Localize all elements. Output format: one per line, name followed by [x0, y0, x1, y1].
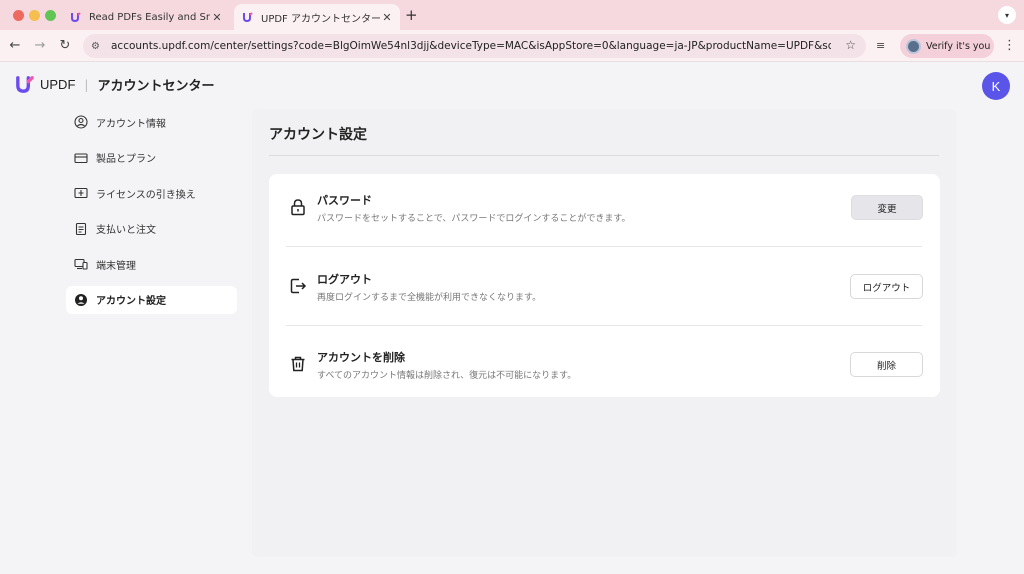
logout-icon: [290, 278, 307, 294]
sidebar-item-account-settings[interactable]: アカウント設定: [66, 285, 237, 314]
profile-avatar-icon: [906, 38, 921, 54]
bookmark-star-icon[interactable]: ☆: [845, 38, 856, 52]
minimize-window-button[interactable]: [29, 10, 40, 21]
close-icon[interactable]: ✕: [380, 11, 394, 24]
address-bar[interactable]: ⚙ accounts.updf.com/center/settings?code…: [83, 34, 866, 58]
updf-favicon-icon: [243, 12, 253, 23]
settings-row-delete-account: アカウントを削除 すべてのアカウント情報は削除され、復元は不可能になります。 削…: [269, 330, 940, 404]
close-icon[interactable]: ✕: [210, 11, 224, 24]
card-icon: [74, 151, 88, 165]
row-divider: [286, 246, 922, 247]
brand-name: UPDF: [40, 77, 76, 92]
sidebar-item-products-plans[interactable]: 製品とプラン: [66, 144, 237, 172]
url-text[interactable]: accounts.updf.com/center/settings?code=B…: [111, 40, 831, 52]
settings-row-logout: ログアウト 再度ログインするまで全機能が利用できなくなります。 ログアウト: [269, 252, 940, 326]
lock-icon: [291, 199, 305, 216]
tab-title: Read PDFs Easily and Smartly: [89, 11, 210, 23]
new-tab-button[interactable]: +: [405, 6, 418, 24]
sidebar-item-label: 端末管理: [96, 260, 136, 272]
delete-account-button[interactable]: 削除: [850, 352, 923, 377]
change-password-button[interactable]: 変更: [851, 195, 923, 220]
logout-button[interactable]: ログアウト: [850, 274, 923, 299]
updf-logo-icon: [16, 76, 34, 93]
row-title: アカウントを削除: [317, 351, 405, 364]
sidebar-item-label: 製品とプラン: [96, 154, 156, 166]
browser-tab-updf-account[interactable]: UPDF アカウントセンター ✕: [234, 4, 400, 30]
trash-icon: [291, 356, 305, 372]
back-arrow-icon[interactable]: ←: [8, 38, 22, 53]
row-description: 再度ログインするまで全機能が利用できなくなります。: [317, 293, 542, 303]
row-description: すべてのアカウント情報は削除され、復元は不可能になります。: [317, 371, 577, 381]
license-icon: [74, 186, 88, 200]
sidebar-item-label: アカウント設定: [96, 296, 166, 308]
devices-icon: [74, 257, 88, 271]
close-window-button[interactable]: [13, 10, 24, 21]
user-avatar[interactable]: K: [982, 72, 1010, 100]
sidebar-item-license-redeem[interactable]: ライセンスの引き換え: [66, 179, 237, 207]
sidebar-item-label: ライセンスの引き換え: [96, 189, 196, 201]
settings-row-password: パスワード パスワードをセットすることで、パスワードでログインすることができます…: [269, 174, 940, 248]
media-controls-icon[interactable]: ≡: [876, 39, 885, 52]
tab-title: UPDF アカウントセンター: [261, 13, 380, 25]
app-header: UPDF | アカウントセンター: [14, 74, 214, 95]
page-title: アカウント設定: [269, 127, 367, 143]
user-settings-icon: [74, 293, 88, 307]
reload-icon[interactable]: ↻: [58, 38, 72, 53]
zoom-window-button[interactable]: [45, 10, 56, 21]
forward-arrow-icon[interactable]: →: [33, 38, 47, 53]
browser-menu-icon[interactable]: ⋮: [1003, 38, 1016, 53]
main-panel: アカウント設定 パスワード パスワードをセットすることで、パスワードでログインす…: [252, 109, 957, 557]
sidebar-item-account-info[interactable]: アカウント情報: [66, 108, 237, 136]
browser-tab-bar: Read PDFs Easily and Smartly ✕ UPDF アカウン…: [0, 0, 1024, 30]
sidebar-item-payments-orders[interactable]: 支払いと注文: [66, 215, 237, 243]
header-divider: |: [84, 77, 89, 92]
row-description: パスワードをセットすることで、パスワードでログインすることができます。: [317, 214, 631, 224]
title-divider: [269, 155, 939, 156]
profile-button[interactable]: Verify it's you: [900, 34, 994, 58]
site-info-icon[interactable]: ⚙: [91, 41, 105, 52]
browser-tab-read-pdfs[interactable]: Read PDFs Easily and Smartly ✕: [62, 4, 230, 30]
tab-search-chevron-icon[interactable]: ▾: [998, 6, 1016, 24]
browser-toolbar: ← → ↻ ⚙ accounts.updf.com/center/setting…: [0, 30, 1024, 62]
sidebar-item-label: 支払いと注文: [96, 225, 156, 237]
receipt-icon: [74, 222, 88, 236]
section-title: アカウントセンター: [97, 79, 215, 94]
profile-label: Verify it's you: [926, 40, 991, 52]
sidebar-item-label: アカウント情報: [96, 118, 166, 130]
updf-favicon-icon: [71, 12, 81, 23]
row-title: パスワード: [317, 194, 372, 207]
sidebar-item-device-management[interactable]: 端末管理: [66, 250, 237, 278]
settings-card: パスワード パスワードをセットすることで、パスワードでログインすることができます…: [269, 174, 940, 397]
user-circle-icon: [74, 115, 88, 129]
row-divider: [286, 325, 922, 326]
row-title: ログアウト: [317, 273, 372, 286]
sidebar: アカウント情報 製品とプラン ライセンスの引き換え 支払いと注文 端末管理 アカ…: [66, 108, 237, 322]
